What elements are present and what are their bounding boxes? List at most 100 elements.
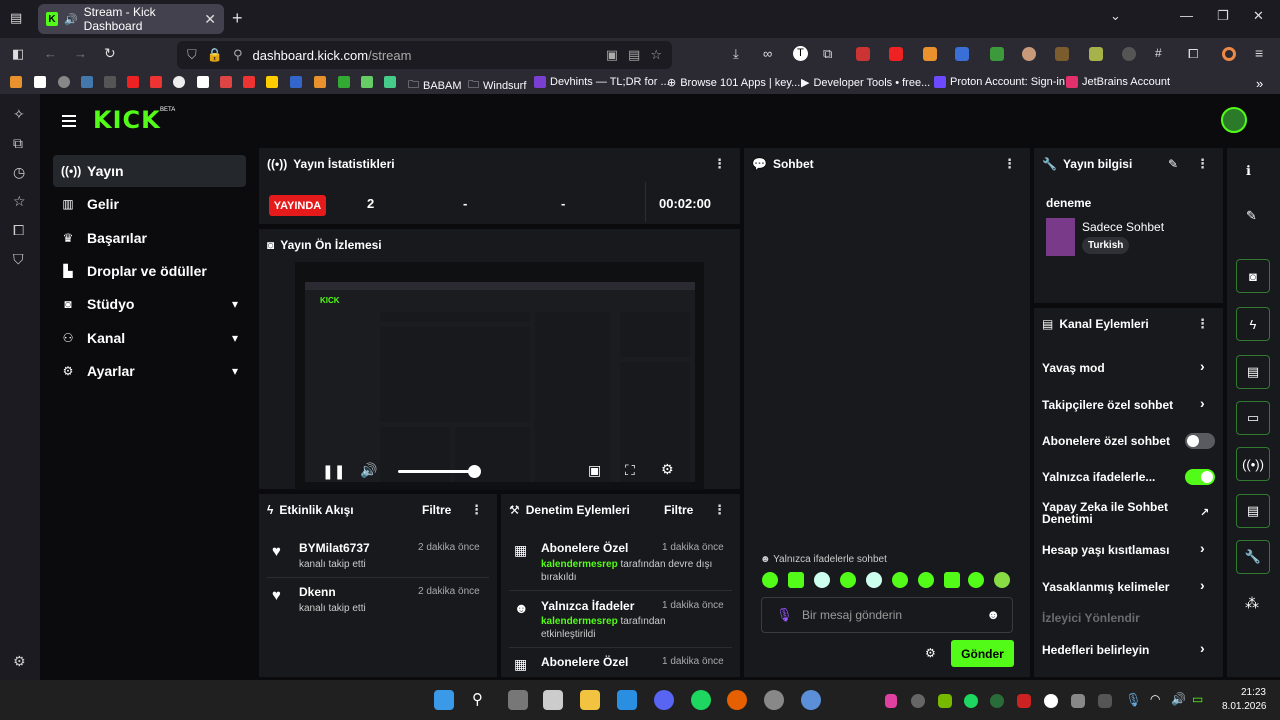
url-bar[interactable]: ⛉ 🔒 ⚲ dashboard.kick.com/stream ▣ ▤ ☆ <box>177 41 672 69</box>
chevron-right-icon[interactable]: › <box>1200 640 1205 656</box>
spotify-icon[interactable] <box>691 690 711 710</box>
action-account-age[interactable]: Hesap yaşı kısıtlaması <box>1042 543 1212 557</box>
bookmark-icon[interactable] <box>384 76 396 88</box>
emote-icon[interactable] <box>968 572 984 588</box>
emote-icon[interactable] <box>840 572 856 588</box>
emote-icon[interactable] <box>892 572 908 588</box>
ext-red-icon[interactable] <box>856 47 870 61</box>
tray-icon[interactable] <box>1017 694 1031 708</box>
task-view-icon[interactable] <box>508 690 528 710</box>
edit-pencil-icon[interactable]: ✎ <box>1246 208 1257 224</box>
bookmark-icon[interactable] <box>81 76 93 88</box>
extension-t-icon[interactable]: T <box>793 46 808 61</box>
bookmark-star-icon[interactable]: ☆ <box>650 47 662 63</box>
action-slow-mode[interactable]: Yavaş mod <box>1042 361 1212 375</box>
add-widget-icon[interactable]: ⁂ <box>1245 595 1259 612</box>
fullscreen-icon[interactable]: ⛶ <box>625 462 635 479</box>
system-clock[interactable]: 21:23 8.01.2026 <box>1222 686 1267 714</box>
bookmark-icon[interactable] <box>266 76 278 88</box>
sidebar-item-droplar[interactable]: ▙ Droplar ve ödüller <box>53 255 246 287</box>
ext-brown-icon[interactable] <box>1055 47 1069 61</box>
more-options-icon[interactable]: ⋮ <box>713 156 726 172</box>
sidebar-item-kanal[interactable]: ⚇ Kanal ▾ <box>53 322 246 354</box>
bookmark-devhints[interactable]: Devhints — TL;DR for ... <box>534 76 670 88</box>
ext-face-icon[interactable] <box>1022 47 1036 61</box>
ext-green-icon[interactable] <box>990 47 1004 61</box>
bookmark-devtools[interactable]: ▶ Developer Tools • free... <box>801 76 930 90</box>
bitwarden-icon[interactable]: ⛉ <box>13 251 24 268</box>
emote-icon[interactable] <box>866 572 882 588</box>
hamburger-menu-icon[interactable] <box>62 112 76 130</box>
volume-slider-knob[interactable] <box>468 465 481 478</box>
discord-icon[interactable] <box>654 690 674 710</box>
lock-icon[interactable]: 🔒 <box>207 47 223 63</box>
bookmark-icon[interactable] <box>150 76 162 88</box>
kick-logo[interactable]: KICK <box>93 106 161 134</box>
ext-olive-icon[interactable] <box>1089 47 1103 61</box>
sidebar-toggle-icon[interactable]: ◧ <box>12 46 24 62</box>
more-options-icon[interactable]: ⋮ <box>470 502 483 518</box>
sidebar-item-basarilar[interactable]: ♛ Başarılar <box>53 222 246 254</box>
bookmark-jetbrains[interactable]: JetBrains Account <box>1066 76 1170 88</box>
chat-message-input[interactable]: 🎙 Bir mesaj gönderin ☻ <box>761 597 1013 633</box>
bookmark-icon[interactable] <box>127 76 139 88</box>
back-icon[interactable]: ← <box>44 46 57 61</box>
action-ai-moderation[interactable]: Yapay Zeka ile Sohbet Denetimi <box>1042 501 1192 525</box>
bookmark-windsurf[interactable]: 🗀 Windsurf <box>468 76 526 95</box>
action-set-goals[interactable]: Hedefleri belirleyin <box>1042 643 1212 657</box>
bookmark-icon[interactable] <box>338 76 350 88</box>
sidebar-item-yayin[interactable]: ((•)) Yayın <box>53 155 246 187</box>
close-tab-icon[interactable]: ✕ <box>204 11 216 28</box>
firefox-icon[interactable] <box>727 690 747 710</box>
microphone-tray-icon[interactable]: 🎙 <box>1125 692 1142 708</box>
downloads-icon[interactable]: ⤓ <box>733 46 739 62</box>
volume-icon[interactable]: 🔊 <box>360 462 377 479</box>
menu-icon[interactable]: ≡ <box>1255 45 1263 61</box>
follower-name[interactable]: BYMilat6737 <box>299 541 370 555</box>
category-name[interactable]: Sadece Sohbet <box>1082 220 1164 234</box>
forward-icon[interactable]: → <box>74 46 87 61</box>
ext-youtube-icon[interactable] <box>889 47 903 61</box>
filter-button[interactable]: Filtre <box>422 503 451 517</box>
tray-icon[interactable] <box>911 694 925 708</box>
bookmark-icon[interactable] <box>290 76 302 88</box>
tray-icon[interactable] <box>1098 694 1112 708</box>
tab-overflow-icon[interactable]: ⌄ <box>1110 8 1121 24</box>
more-options-icon[interactable]: ⋮ <box>713 502 726 518</box>
windows-start-icon[interactable] <box>434 690 454 710</box>
gmail-icon[interactable] <box>220 76 232 88</box>
app-icon[interactable] <box>764 690 784 710</box>
wifi-icon[interactable]: ◠ <box>1150 692 1160 706</box>
tab-list-icon[interactable]: ▤ <box>10 10 22 26</box>
history-icon[interactable]: ◷ <box>13 164 25 181</box>
info-icon[interactable]: ℹ <box>1246 163 1251 179</box>
rail-notes-button[interactable]: ▤ <box>1236 355 1270 389</box>
emotes-only-toggle[interactable] <box>1185 469 1215 485</box>
chevron-right-icon[interactable]: › <box>1200 540 1205 556</box>
rail-stats-button[interactable]: ((•)) <box>1236 447 1270 481</box>
chat-settings-icon[interactable]: ⚙ <box>925 646 936 660</box>
permissions-icon[interactable]: ⚲ <box>233 47 243 63</box>
shield-icon[interactable]: ⛉ <box>187 47 197 63</box>
tray-icon[interactable] <box>1071 694 1085 708</box>
bookmark-icon[interactable] <box>314 76 326 88</box>
rail-activity-button[interactable]: ϟ <box>1236 307 1270 341</box>
bookmark-icon[interactable] <box>104 76 116 88</box>
sidebar-item-ayarlar[interactable]: ⚙ Ayarlar ▾ <box>53 355 246 387</box>
pause-icon[interactable]: ❚❚ <box>322 463 345 480</box>
more-options-icon[interactable]: ⋮ <box>1196 156 1209 172</box>
battery-icon[interactable]: ▭ <box>1192 692 1203 706</box>
tray-g-icon[interactable] <box>1044 694 1058 708</box>
emote-picker-icon[interactable]: ☻ <box>986 607 1000 622</box>
bookmark-icon[interactable] <box>34 76 46 88</box>
bookmark-icon[interactable] <box>197 76 209 88</box>
file-explorer-icon[interactable] <box>580 690 600 710</box>
ext-circle-icon[interactable] <box>1222 47 1236 61</box>
volume-slider[interactable] <box>398 470 478 473</box>
tab-kick-dashboard[interactable]: K 🔊 Stream - Kick Dashboard ✕ <box>38 4 224 34</box>
extension-icon[interactable]: ∞ <box>763 46 772 61</box>
reload-icon[interactable]: ↻ <box>104 45 116 62</box>
bookmark-icon[interactable] <box>361 76 373 88</box>
bookmark-babam[interactable]: 🗀 BABAM <box>408 76 462 95</box>
stream-preview-video[interactable]: KICK <box>295 262 704 490</box>
